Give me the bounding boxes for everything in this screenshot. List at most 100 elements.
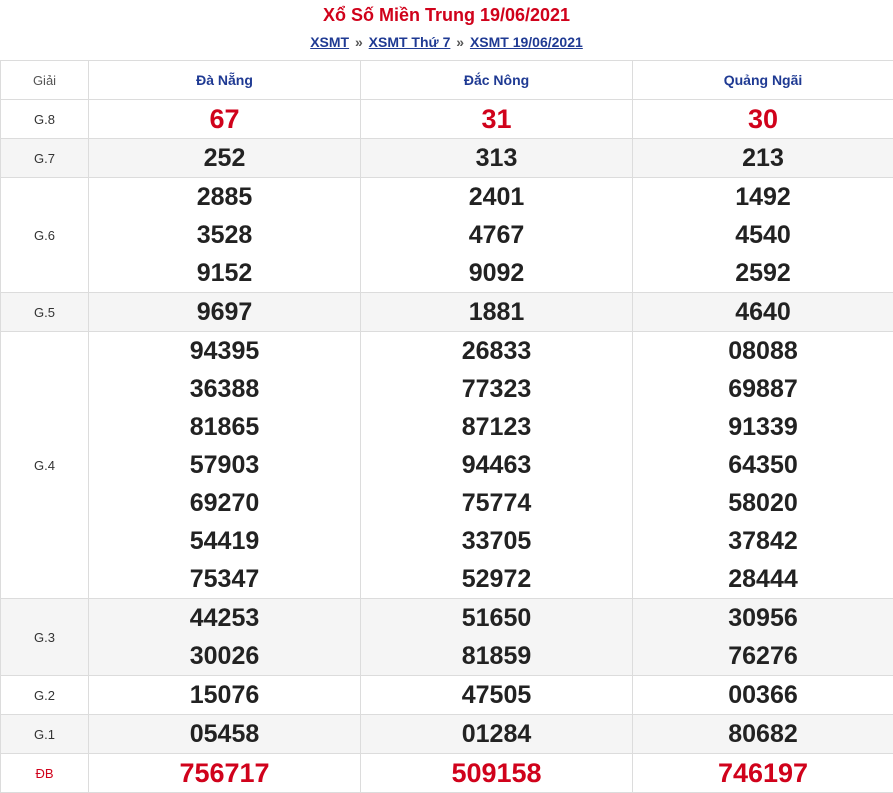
winning-number: 69270 bbox=[190, 484, 260, 522]
winning-number: 30 bbox=[748, 100, 778, 138]
prize-column-header: Giải bbox=[1, 61, 89, 100]
winning-number: 33705 bbox=[462, 522, 532, 560]
province-header-dac-nong[interactable]: Đắc Nông bbox=[361, 61, 633, 100]
winning-number: 91339 bbox=[728, 408, 798, 446]
prize-cell: 5165081859 bbox=[361, 599, 633, 676]
winning-number: 75774 bbox=[462, 484, 532, 522]
prize-label: G.6 bbox=[1, 178, 89, 293]
prize-cell: 252 bbox=[89, 139, 361, 178]
prize-cell: 1881 bbox=[361, 293, 633, 332]
province-header-da-nang[interactable]: Đà Nẵng bbox=[89, 61, 361, 100]
winning-number: 77323 bbox=[462, 370, 532, 408]
prize-cell: 3095676276 bbox=[633, 599, 893, 676]
winning-number: 94395 bbox=[190, 332, 260, 370]
prize-label: G.8 bbox=[1, 100, 89, 139]
prize-row: G.494395363888186557903692705441975347 26… bbox=[1, 332, 893, 599]
prize-cell: 213 bbox=[633, 139, 893, 178]
winning-number: 213 bbox=[742, 139, 784, 177]
winning-number: 76276 bbox=[728, 637, 798, 675]
prize-cell: 30 bbox=[633, 100, 893, 139]
winning-number: 4767 bbox=[469, 216, 525, 254]
breadcrumb: XSMT » XSMT Thứ 7 » XSMT 19/06/2021 bbox=[0, 34, 893, 50]
winning-number: 80682 bbox=[728, 715, 798, 753]
prize-row: G.8 67 31 30 bbox=[1, 100, 893, 139]
winning-number: 746197 bbox=[718, 754, 808, 792]
winning-number: 9092 bbox=[469, 254, 525, 292]
winning-number: 47505 bbox=[462, 676, 532, 714]
prize-label: G.3 bbox=[1, 599, 89, 676]
prize-row: G.5 9697 1881 4640 bbox=[1, 293, 893, 332]
winning-number: 37842 bbox=[728, 522, 798, 560]
winning-number: 3528 bbox=[197, 216, 253, 254]
prize-label: G.7 bbox=[1, 139, 89, 178]
winning-number: 69887 bbox=[728, 370, 798, 408]
winning-number: 51650 bbox=[462, 599, 532, 637]
winning-number: 00366 bbox=[728, 676, 798, 714]
winning-number: 26833 bbox=[462, 332, 532, 370]
prize-label: ĐB bbox=[1, 754, 89, 793]
winning-number: 67 bbox=[209, 100, 239, 138]
winning-number: 81859 bbox=[462, 637, 532, 675]
winning-number: 52972 bbox=[462, 560, 532, 598]
winning-number: 31 bbox=[481, 100, 511, 138]
winning-number: 756717 bbox=[179, 754, 269, 792]
winning-number: 44253 bbox=[190, 599, 260, 637]
prize-cell: 149245402592 bbox=[633, 178, 893, 293]
winning-number: 9697 bbox=[197, 293, 253, 331]
winning-number: 05458 bbox=[190, 715, 260, 753]
results-table: Giải Đà Nẵng Đắc Nông Quảng Ngãi G.8 67 31… bbox=[0, 60, 893, 793]
prize-cell: 15076 bbox=[89, 676, 361, 715]
winning-number: 2401 bbox=[469, 178, 525, 216]
winning-number: 01284 bbox=[462, 715, 532, 753]
province-header-quang-ngai[interactable]: Quảng Ngãi bbox=[633, 61, 893, 100]
prize-cell: 01284 bbox=[361, 715, 633, 754]
breadcrumb-separator: » bbox=[456, 34, 464, 50]
winning-number: 08088 bbox=[728, 332, 798, 370]
prize-cell: 00366 bbox=[633, 676, 893, 715]
winning-number: 15076 bbox=[190, 676, 260, 714]
winning-number: 57903 bbox=[190, 446, 260, 484]
winning-number: 30956 bbox=[728, 599, 798, 637]
prize-row: G.3442533002651650818593095676276 bbox=[1, 599, 893, 676]
winning-number: 252 bbox=[204, 139, 246, 177]
page-header: Xổ Số Miền Trung 19/06/2021 XSMT » XSMT … bbox=[0, 0, 893, 60]
prize-cell: 746197 bbox=[633, 754, 893, 793]
winning-number: 58020 bbox=[728, 484, 798, 522]
prize-label: G.5 bbox=[1, 293, 89, 332]
winning-number: 4540 bbox=[735, 216, 791, 254]
winning-number: 1881 bbox=[469, 293, 525, 331]
prize-cell: 94395363888186557903692705441975347 bbox=[89, 332, 361, 599]
winning-number: 28444 bbox=[728, 560, 798, 598]
prize-cell: 509158 bbox=[361, 754, 633, 793]
prize-cell: 288535289152 bbox=[89, 178, 361, 293]
breadcrumb-separator: » bbox=[355, 34, 363, 50]
winning-number: 9152 bbox=[197, 254, 253, 292]
prize-cell: 4640 bbox=[633, 293, 893, 332]
prize-cell: 9697 bbox=[89, 293, 361, 332]
prize-row: G.1054580128480682 bbox=[1, 715, 893, 754]
prize-cell: 80682 bbox=[633, 715, 893, 754]
winning-number: 2885 bbox=[197, 178, 253, 216]
winning-number: 64350 bbox=[728, 446, 798, 484]
prize-cell: 313 bbox=[361, 139, 633, 178]
prize-cell: 31 bbox=[361, 100, 633, 139]
winning-number: 509158 bbox=[451, 754, 541, 792]
winning-number: 81865 bbox=[190, 408, 260, 446]
winning-number: 1492 bbox=[735, 178, 791, 216]
prize-cell: 08088698879133964350580203784228444 bbox=[633, 332, 893, 599]
breadcrumb-link-xsmt-thu-7[interactable]: XSMT Thứ 7 bbox=[369, 34, 451, 50]
prize-cell: 67 bbox=[89, 100, 361, 139]
prize-cell: 240147679092 bbox=[361, 178, 633, 293]
breadcrumb-link-xsmt[interactable]: XSMT bbox=[310, 34, 349, 50]
prize-row: G.7 252 313 213 bbox=[1, 139, 893, 178]
winning-number: 87123 bbox=[462, 408, 532, 446]
prize-row: G.6288535289152240147679092149245402592 bbox=[1, 178, 893, 293]
winning-number: 75347 bbox=[190, 560, 260, 598]
prize-row: ĐB 756717 509158 746197 bbox=[1, 754, 893, 793]
winning-number: 313 bbox=[476, 139, 518, 177]
breadcrumb-link-xsmt-date[interactable]: XSMT 19/06/2021 bbox=[470, 34, 583, 50]
winning-number: 94463 bbox=[462, 446, 532, 484]
prize-cell: 05458 bbox=[89, 715, 361, 754]
prize-label: G.4 bbox=[1, 332, 89, 599]
page-title: Xổ Số Miền Trung 19/06/2021 bbox=[0, 5, 893, 26]
